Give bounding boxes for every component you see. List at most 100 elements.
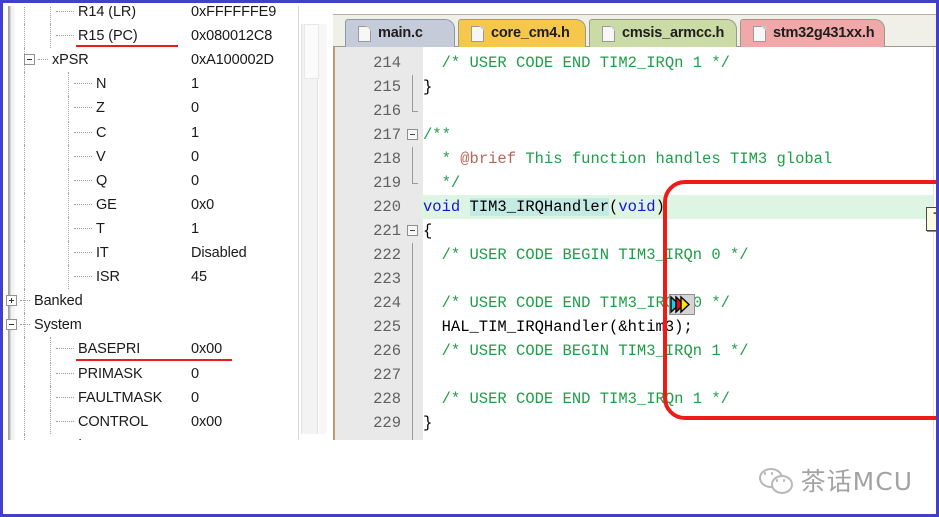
register-row[interactable]: PRIMASK 0: [6, 361, 298, 386]
register-row[interactable]: C1: [6, 120, 298, 145]
code-line[interactable]: 217 /**: [333, 123, 936, 147]
register-row[interactable]: V0: [6, 144, 298, 169]
code-editor: main.c core_cm4.h cmsis_armcc.h stm32g431xx…: [333, 6, 936, 440]
tree-guide-line: [68, 265, 70, 290]
register-value: 0: [191, 172, 199, 189]
register-name: ISR: [96, 269, 120, 286]
register-row[interactable]: ISR 45: [6, 265, 298, 290]
code-line[interactable]: 225 HAL_TIM_IRQHandler(&htim3);: [333, 315, 936, 339]
code-line[interactable]: 219 */: [333, 171, 936, 195]
code-token: This function handles TIM3 global: [516, 150, 833, 168]
tree-guide-line: [50, 409, 52, 434]
register-value: 0x080012C8: [191, 28, 273, 45]
register-row[interactable]: IT Disabled: [6, 241, 298, 266]
register-value: Disabled: [191, 245, 247, 261]
line-number: 229: [373, 414, 401, 432]
line-number: 215: [373, 78, 401, 96]
editor-tab-stm32g431xx-h[interactable]: stm32g431xx.h: [740, 19, 885, 48]
code-text: */: [423, 171, 461, 195]
register-value: 0xA100002D: [191, 52, 274, 69]
code-line[interactable]: 223: [333, 267, 936, 291]
tree-guide-line: [24, 6, 26, 25]
register-row[interactable]: Z0: [6, 96, 298, 121]
editor-tab-cmsis-armcc-h[interactable]: cmsis_armcc.h: [589, 19, 737, 48]
code-line[interactable]: 220 void TIM3_IRQHandler(void): [333, 195, 936, 219]
tree-collapse-icon[interactable]: [24, 54, 35, 66]
register-row[interactable]: N1: [6, 72, 298, 97]
code-line[interactable]: 222 /* USER CODE BEGIN TIM3_IRQn 0 */: [333, 243, 936, 267]
register-name: FAULTMASK: [78, 389, 163, 406]
editor-tab-main-c[interactable]: main.c: [345, 19, 455, 48]
code-fold-toggle-icon[interactable]: [407, 225, 418, 236]
code-line[interactable]: 216: [333, 99, 936, 123]
tree-guide-line: [24, 385, 26, 410]
register-row[interactable]: Q0: [6, 168, 298, 193]
tree-guide-connector: [56, 372, 74, 375]
code-line[interactable]: 226 /* USER CODE BEGIN TIM3_IRQn 1 */: [333, 339, 936, 363]
register-value: 1: [191, 220, 199, 237]
tree-guide-line: [50, 337, 52, 362]
code-fold-toggle-icon[interactable]: [407, 129, 418, 140]
line-number: 218: [373, 150, 401, 168]
register-row[interactable]: xPSR 0xA100002D: [6, 48, 298, 73]
code-fold-bar: [412, 315, 413, 339]
file-document-icon: [358, 26, 371, 42]
file-document-icon: [471, 26, 484, 42]
tree-guide-line: [24, 216, 26, 241]
code-fold-bar: [412, 75, 413, 99]
watermark: 茶话MCU: [758, 462, 913, 498]
annotation-underline: [76, 358, 232, 361]
tree-guide-line: [24, 144, 26, 169]
editor-right-edge: [933, 47, 936, 440]
tree-guide-line: [24, 72, 26, 97]
pc-arrow-icon: [670, 295, 691, 314]
tree-guide-line: [24, 168, 26, 193]
register-row[interactable]: GE 0x0: [6, 192, 298, 217]
code-token: ): [655, 198, 665, 216]
register-tree[interactable]: R14 (LR) 0xFFFFFFE9 R15 (PC) 0x080012C8 xPSR…: [6, 6, 299, 440]
tree-guide-line: [24, 24, 26, 49]
register-row[interactable]: T1: [6, 216, 298, 241]
register-row[interactable]: R14 (LR) 0xFFFFFFE9: [6, 6, 298, 25]
code-text: HAL_TIM_IRQHandler(&htim3);: [423, 315, 693, 339]
register-row[interactable]: System: [6, 313, 298, 338]
tree-guide-line: [50, 24, 52, 49]
code-line[interactable]: 227: [333, 363, 936, 387]
scrollbar-track[interactable]: [301, 24, 319, 434]
scrollbar-thumb[interactable]: [304, 24, 319, 79]
code-line[interactable]: 224 /* USER CODE END TIM3_IRQn 0 */: [333, 291, 936, 315]
code-fold-bar: [412, 291, 413, 315]
register-row[interactable]: CONTROL 0x00: [6, 409, 298, 434]
code-token: /* USER CODE BEGIN TIM3_IRQn 1 */: [423, 342, 749, 360]
tree-collapse-icon[interactable]: [6, 319, 17, 331]
register-row[interactable]: Banked: [6, 289, 298, 314]
code-line[interactable]: 228 /* USER CODE END TIM3_IRQn 1 */: [333, 387, 936, 411]
tree-guide-connector: [56, 348, 74, 350]
register-name: xPSR: [52, 52, 89, 69]
code-line[interactable]: 229}: [333, 411, 936, 435]
register-row[interactable]: FAULTMASK 0: [6, 385, 298, 410]
debug-value-tooltip: TIM3_IRQHandler = 0x080012C8: [926, 207, 936, 231]
tree-guide-line: [68, 96, 70, 121]
register-panel-scrollbar[interactable]: [299, 24, 327, 434]
tree-guide-line: [24, 192, 26, 217]
tree-guide-line: [50, 385, 52, 410]
code-token: TIM3_IRQHandler: [469, 198, 610, 216]
code-text: /**: [423, 123, 451, 147]
code-line[interactable]: 215}: [333, 75, 936, 99]
code-line[interactable]: 214 /* USER CODE END TIM2_IRQn 1 */: [333, 51, 936, 75]
tree-guide-connector: [56, 396, 74, 399]
code-line[interactable]: 218 * @brief This function handles TIM3 …: [333, 147, 936, 171]
code-text: }: [423, 411, 432, 435]
line-number: 223: [373, 270, 401, 288]
tree-guide-connector: [74, 203, 92, 206]
tree-guide-line: [50, 361, 52, 386]
line-number: 224: [373, 294, 401, 312]
editor-tab-core-cm4-h[interactable]: core_cm4.h: [458, 19, 586, 48]
tree-expand-icon[interactable]: [6, 295, 17, 307]
code-view[interactable]: 214 /* USER CODE END TIM2_IRQn 1 */215} 2…: [333, 47, 936, 440]
scrollbar-track-secondary[interactable]: [319, 24, 327, 434]
line-number: 222: [373, 246, 401, 264]
code-line[interactable]: 221 {: [333, 219, 936, 243]
code-fold-bar: [412, 267, 413, 291]
